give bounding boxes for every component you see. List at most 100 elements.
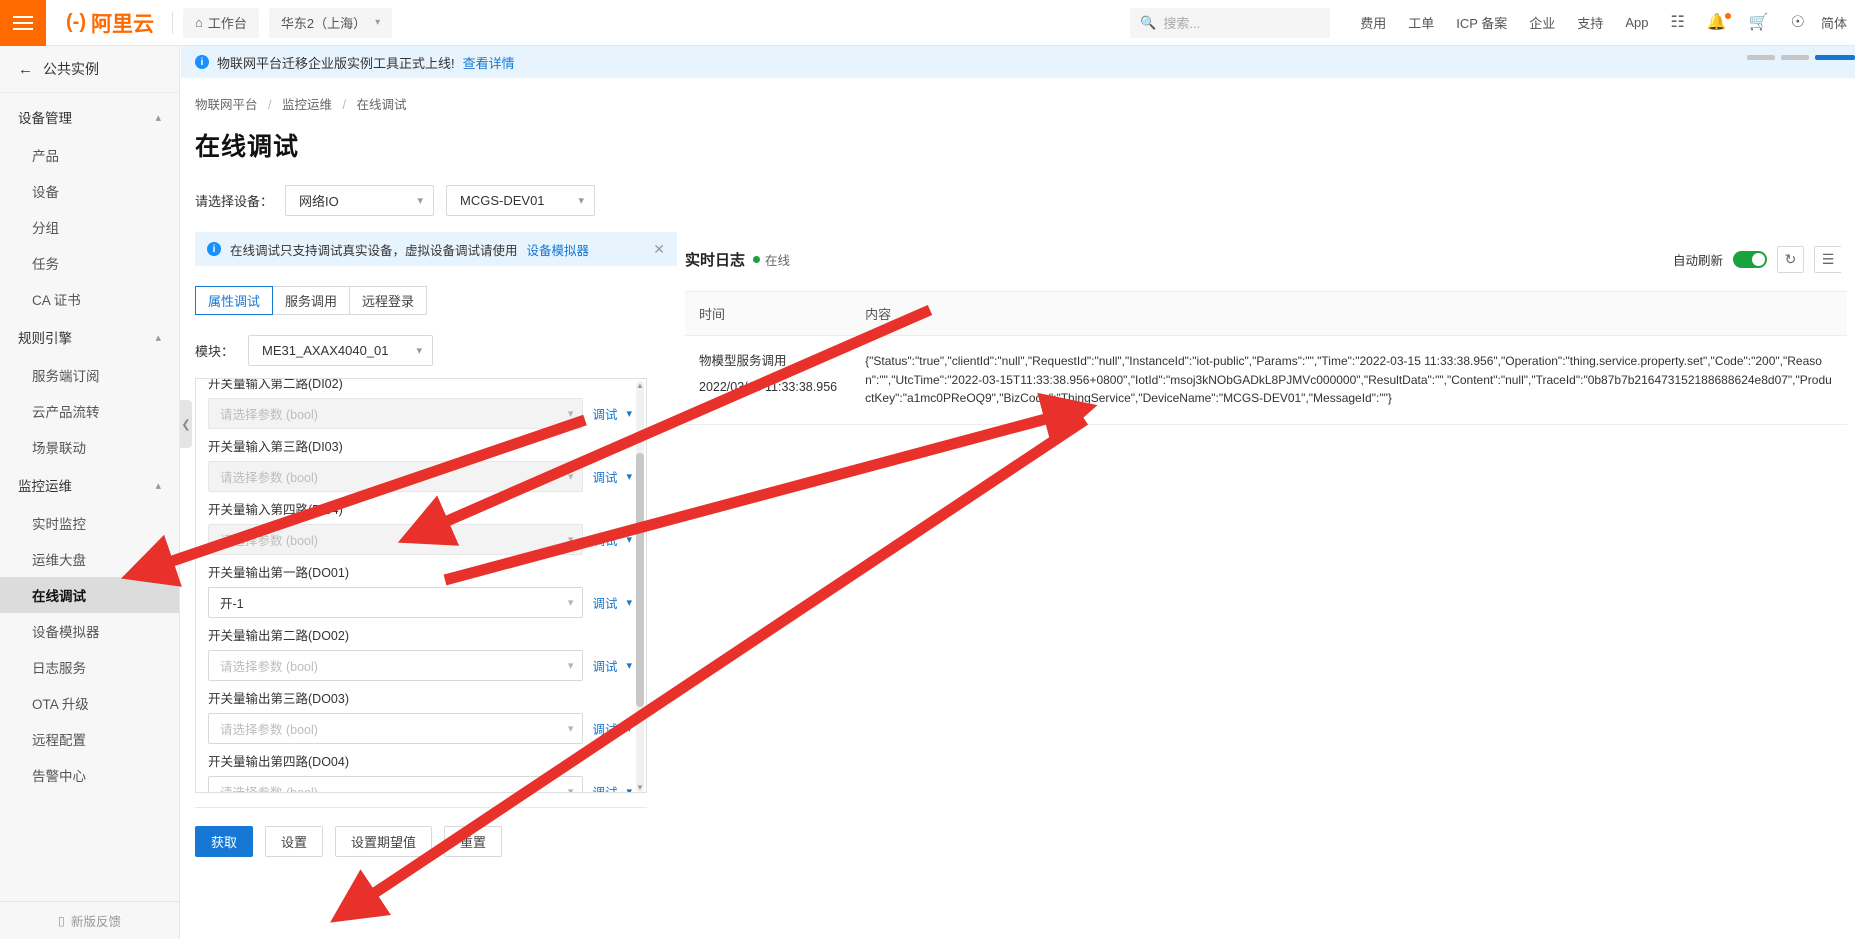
help-icon[interactable]: ☉: [1791, 15, 1805, 31]
scroll-up-icon[interactable]: ▲: [636, 381, 644, 390]
header-link-fees[interactable]: 费用: [1360, 13, 1386, 32]
refresh-button[interactable]: ↻: [1777, 246, 1804, 273]
sidebar-group-monitoring[interactable]: 监控运维 ▴: [0, 465, 179, 505]
sidebar-item-realtime-monitor[interactable]: 实时监控: [0, 505, 179, 541]
sidebar-item-server-subscription[interactable]: 服务端订阅: [0, 357, 179, 393]
sidebar-group-rule-engine[interactable]: 规则引擎 ▴: [0, 317, 179, 357]
sidebar-item-alarm-center[interactable]: 告警中心: [0, 757, 179, 793]
aliyun-logo[interactable]: (-) 阿里云: [46, 8, 172, 38]
property-value-select[interactable]: 请选择参数 (bool) ▾: [208, 776, 583, 793]
sidebar-group-device-management[interactable]: 设备管理 ▴: [0, 97, 179, 137]
property-list: 开关量输入第二路(DI02) 请选择参数 (bool) ▾ 调试 ▾: [195, 378, 647, 793]
header-link-app[interactable]: App: [1625, 15, 1648, 30]
search-placeholder: 搜索...: [1163, 13, 1200, 32]
breadcrumb-item-monitoring[interactable]: 监控运维: [282, 98, 332, 112]
cart-icon[interactable]: 🛒: [1749, 15, 1769, 31]
chevron-down-icon[interactable]: ▾: [626, 596, 632, 609]
sidebar-item-ops-dashboard[interactable]: 运维大盘: [0, 541, 179, 577]
chevron-down-icon[interactable]: ▾: [626, 659, 632, 672]
device-selector-label: 请选择设备：: [195, 191, 273, 210]
log-table-header-row: 时间 内容: [685, 292, 1847, 336]
search-box[interactable]: 🔍 搜索...: [1130, 8, 1330, 38]
breadcrumb-item-platform[interactable]: 物联网平台: [195, 98, 258, 112]
pagination-dot[interactable]: [1747, 55, 1775, 60]
property-debug-link[interactable]: 调试: [592, 593, 617, 612]
tab-remote-login[interactable]: 远程登录: [350, 286, 427, 315]
terminal-icon[interactable]: ☷: [1670, 15, 1684, 31]
property-value-select[interactable]: 请选择参数 (bool) ▾: [208, 461, 583, 492]
sidebar-item-ca-certificate[interactable]: CA 证书: [0, 281, 179, 317]
scrollbar-thumb[interactable]: [636, 453, 644, 707]
settings-button[interactable]: ☰: [1814, 246, 1841, 273]
property-debug-link[interactable]: 调试: [592, 404, 617, 423]
sidebar-item-device-simulator[interactable]: 设备模拟器: [0, 613, 179, 649]
property-debug-link[interactable]: 调试: [592, 467, 617, 486]
sidebar-item-scene-linkage[interactable]: 场景联动: [0, 429, 179, 465]
auto-refresh-toggle[interactable]: [1733, 251, 1767, 268]
language-switcher[interactable]: 简体: [1821, 13, 1847, 32]
header-link-icp[interactable]: ICP 备案: [1456, 13, 1507, 32]
sidebar-item-remote-config[interactable]: 远程配置: [0, 721, 179, 757]
sidebar-item-tasks[interactable]: 任务: [0, 245, 179, 281]
sidebar-item-log-service[interactable]: 日志服务: [0, 649, 179, 685]
set-button[interactable]: 设置: [265, 826, 323, 857]
device-select[interactable]: MCGS-DEV01 ▾: [446, 185, 595, 216]
property-debug-link[interactable]: 调试: [592, 782, 617, 793]
property-value-select[interactable]: 请选择参数 (bool) ▾: [208, 398, 583, 429]
property-label: 开关量输入第四路(DI04): [208, 499, 632, 518]
property-value-select[interactable]: 请选择参数 (bool) ▾: [208, 713, 583, 744]
chevron-down-icon: ▾: [578, 194, 584, 207]
sidebar-item-devices[interactable]: 设备: [0, 173, 179, 209]
property-debug-link[interactable]: 调试: [592, 719, 617, 738]
announcement-link[interactable]: 查看详情: [463, 53, 515, 72]
reset-button[interactable]: 重置: [444, 826, 502, 857]
scroll-down-icon[interactable]: ▼: [636, 783, 644, 792]
device-simulator-link[interactable]: 设备模拟器: [527, 240, 590, 259]
chevron-down-icon[interactable]: ▾: [626, 785, 632, 793]
bell-icon[interactable]: 🔔: [1707, 15, 1727, 31]
chevron-down-icon[interactable]: ▾: [626, 722, 632, 735]
sidebar-item-ota-upgrade[interactable]: OTA 升级: [0, 685, 179, 721]
region-selector[interactable]: 华东2（上海） ▾: [269, 8, 392, 38]
tab-property-debug[interactable]: 属性调试: [195, 286, 273, 315]
pagination-dot-active[interactable]: [1815, 55, 1855, 60]
table-row[interactable]: 物模型服务调用 2022/03/15 11:33:38.956 {"Status…: [685, 336, 1847, 425]
menu-toggle-button[interactable]: [0, 0, 46, 46]
sidebar-item-groups[interactable]: 分组: [0, 209, 179, 245]
property-list-scrollbar[interactable]: ▲ ▼: [636, 381, 644, 792]
sidebar-back-button[interactable]: ← 公共实例: [0, 46, 179, 93]
announcement-pagination[interactable]: [1747, 55, 1855, 60]
property-value-select[interactable]: 请选择参数 (bool) ▾: [208, 524, 583, 555]
header-links: 费用 工单 ICP 备案 企业 支持 App: [1360, 13, 1648, 32]
property-row: 开关量输出第三路(DO03) 请选择参数 (bool) ▾ 调试 ▾: [208, 688, 632, 744]
arrow-left-icon: ←: [18, 61, 33, 78]
sidebar-collapse-handle[interactable]: ❮: [180, 400, 192, 448]
property-debug-link[interactable]: 调试: [592, 530, 617, 549]
chevron-down-icon[interactable]: ▾: [626, 533, 632, 546]
header-link-tickets[interactable]: 工单: [1408, 13, 1434, 32]
header-link-enterprise[interactable]: 企业: [1529, 13, 1555, 32]
chevron-down-icon[interactable]: ▾: [626, 407, 632, 420]
sidebar-item-cloud-product-flow[interactable]: 云产品流转: [0, 393, 179, 429]
get-button[interactable]: 获取: [195, 826, 253, 857]
chevron-down-icon[interactable]: ▾: [626, 470, 632, 483]
tab-service-invoke[interactable]: 服务调用: [273, 286, 350, 315]
sidebar-item-online-debug[interactable]: 在线调试: [0, 577, 179, 613]
property-debug-link[interactable]: 调试: [592, 656, 617, 675]
announcement-banner: i 物联网平台迁移企业版实例工具正式上线! 查看详情: [181, 46, 1855, 78]
log-content-cell: {"Status":"true","clientId":"null","Requ…: [851, 336, 1847, 425]
pagination-dot[interactable]: [1781, 55, 1809, 60]
module-select[interactable]: ME31_AXAX4040_01 ▾: [248, 335, 433, 366]
property-value-select[interactable]: 开-1 ▾: [208, 587, 583, 618]
property-value-select[interactable]: 请选择参数 (bool) ▾: [208, 650, 583, 681]
workbench-button[interactable]: ⌂ 工作台: [183, 8, 259, 38]
product-select[interactable]: 网络IO ▾: [285, 185, 434, 216]
property-label: 开关量输出第四路(DO04): [208, 751, 632, 770]
log-json-content: {"Status":"true","clientId":"null","Requ…: [865, 352, 1833, 408]
header-link-support[interactable]: 支持: [1577, 13, 1603, 32]
sidebar-feedback-button[interactable]: ▯ 新版反馈: [0, 901, 179, 939]
chevron-down-icon: ▾: [416, 344, 422, 357]
sidebar-item-products[interactable]: 产品: [0, 137, 179, 173]
set-desired-value-button[interactable]: 设置期望值: [335, 826, 432, 857]
close-icon[interactable]: ✕: [653, 241, 665, 258]
